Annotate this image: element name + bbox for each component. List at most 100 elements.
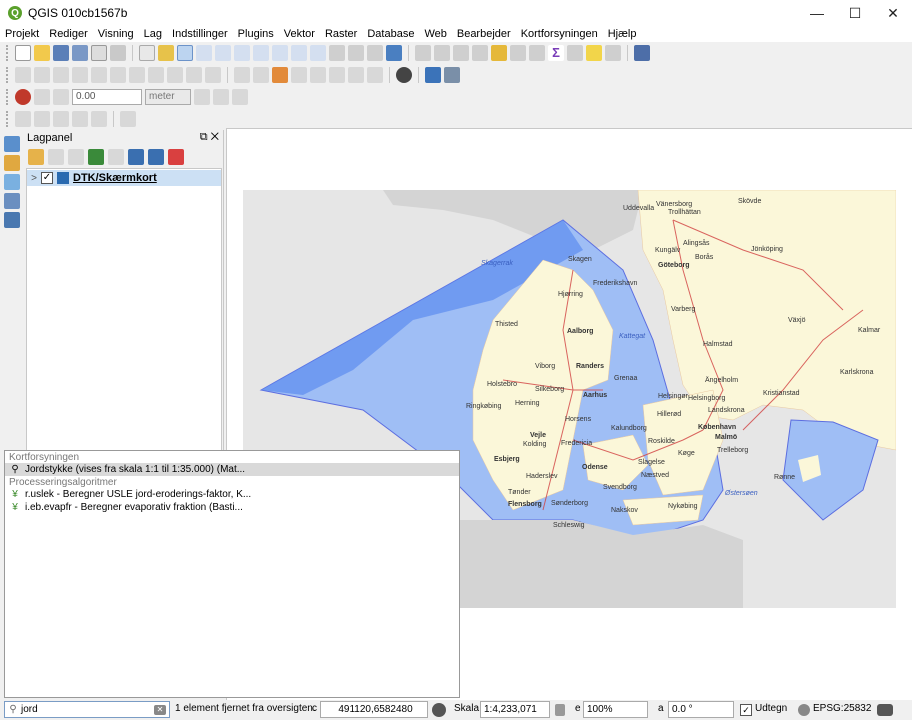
add-wms-icon[interactable] bbox=[4, 212, 20, 228]
run-feature-action-icon[interactable] bbox=[434, 45, 450, 61]
tracing-icon[interactable] bbox=[232, 89, 248, 105]
zoom-layer-icon[interactable] bbox=[272, 45, 288, 61]
zoom-next-icon[interactable] bbox=[310, 45, 326, 61]
new-map-view-icon[interactable] bbox=[329, 45, 345, 61]
python-console-icon[interactable] bbox=[425, 67, 441, 83]
zoom-last-icon[interactable] bbox=[291, 45, 307, 61]
toolbar-grip[interactable] bbox=[6, 111, 10, 127]
pan-to-selection-icon[interactable] bbox=[158, 45, 174, 61]
label-diagram-icon[interactable] bbox=[367, 67, 383, 83]
zoom-selection-icon[interactable] bbox=[253, 45, 269, 61]
style-manager-icon[interactable] bbox=[28, 149, 44, 165]
gps-icon[interactable] bbox=[396, 67, 412, 83]
crs-globe-icon[interactable] bbox=[798, 704, 810, 716]
snap-unit-select[interactable]: meter bbox=[145, 89, 191, 105]
layer-row[interactable]: > ✓ DTK/Skærmkort bbox=[27, 170, 221, 186]
expand-all-icon[interactable] bbox=[128, 149, 144, 165]
toolbar-grip[interactable] bbox=[6, 67, 10, 83]
toolbar-grip[interactable] bbox=[6, 45, 10, 61]
show-bookmarks-icon[interactable] bbox=[367, 45, 383, 61]
expand-arrow-icon[interactable]: > bbox=[27, 173, 41, 184]
menu-database[interactable]: Database bbox=[362, 28, 419, 40]
zoom-in-icon[interactable] bbox=[177, 45, 193, 61]
menu-kortforsyningen[interactable]: Kortforsyningen bbox=[516, 28, 603, 40]
messages-icon[interactable] bbox=[877, 704, 893, 716]
add-rectangle-icon[interactable] bbox=[72, 111, 88, 127]
minimize-button[interactable]: — bbox=[798, 0, 836, 26]
add-circular-string-icon[interactable] bbox=[15, 111, 31, 127]
copy-features-icon[interactable] bbox=[148, 67, 164, 83]
print-layout-icon[interactable] bbox=[91, 45, 107, 61]
cut-features-icon[interactable] bbox=[129, 67, 145, 83]
measure-icon[interactable] bbox=[567, 45, 583, 61]
layout-manager-icon[interactable] bbox=[110, 45, 126, 61]
zoom-out-icon[interactable] bbox=[196, 45, 212, 61]
data-source-manager-icon[interactable] bbox=[4, 136, 20, 152]
show-hide-labels-icon[interactable] bbox=[348, 67, 364, 83]
coordinate-field[interactable]: 491120,6582480 bbox=[320, 701, 428, 718]
add-raster-icon[interactable] bbox=[4, 155, 20, 171]
add-group-icon[interactable] bbox=[48, 149, 64, 165]
menu-rediger[interactable]: Rediger bbox=[44, 28, 93, 40]
add-circle-icon[interactable] bbox=[34, 111, 50, 127]
lock-scale-icon[interactable] bbox=[555, 704, 565, 716]
label-tool-icon[interactable] bbox=[234, 67, 250, 83]
refresh-icon[interactable] bbox=[386, 45, 402, 61]
menu-visning[interactable]: Visning bbox=[93, 28, 139, 40]
render-checkbox[interactable]: ✓ bbox=[740, 704, 752, 716]
add-feature-icon[interactable] bbox=[72, 67, 88, 83]
menu-projekt[interactable]: Projekt bbox=[0, 28, 44, 40]
locator-search-bar[interactable]: ⚲ jord ✕ bbox=[4, 701, 170, 718]
menu-web[interactable]: Web bbox=[419, 28, 451, 40]
zoom-full-icon[interactable] bbox=[234, 45, 250, 61]
delete-selected-icon[interactable] bbox=[110, 67, 126, 83]
pan-icon[interactable] bbox=[139, 45, 155, 61]
layer-visibility-checkbox[interactable]: ✓ bbox=[41, 172, 53, 184]
move-label-icon[interactable] bbox=[291, 67, 307, 83]
filter-expression-icon[interactable] bbox=[108, 149, 124, 165]
paste-features-icon[interactable] bbox=[167, 67, 183, 83]
menu-indstillinger[interactable]: Indstillinger bbox=[167, 28, 233, 40]
manage-map-themes-icon[interactable] bbox=[68, 149, 84, 165]
pin-labels-icon[interactable] bbox=[253, 67, 269, 83]
undo-icon[interactable] bbox=[186, 67, 202, 83]
identify-icon[interactable] bbox=[415, 45, 431, 61]
menu-raster[interactable]: Raster bbox=[320, 28, 362, 40]
locator-result-item[interactable]: ¥ r.uslek - Beregner USLE jord-erodering… bbox=[5, 488, 459, 501]
remove-layer-icon[interactable] bbox=[168, 149, 184, 165]
filter-legend-icon[interactable] bbox=[88, 149, 104, 165]
maximize-button[interactable]: ☐ bbox=[836, 0, 874, 26]
text-annotation-icon[interactable] bbox=[605, 45, 621, 61]
clear-search-icon[interactable]: ✕ bbox=[154, 704, 166, 715]
locator-search-input[interactable]: jord bbox=[21, 704, 154, 715]
collapse-all-icon[interactable] bbox=[148, 149, 164, 165]
zoom-native-icon[interactable] bbox=[215, 45, 231, 61]
add-vector-icon[interactable] bbox=[4, 174, 20, 190]
snap-intersection-icon[interactable] bbox=[213, 89, 229, 105]
new-project-icon[interactable] bbox=[15, 45, 31, 61]
map-tips-icon[interactable] bbox=[586, 45, 602, 61]
menu-vektor[interactable]: Vektor bbox=[279, 28, 320, 40]
menu-plugins[interactable]: Plugins bbox=[233, 28, 279, 40]
float-panel-icon[interactable]: ⧉ bbox=[200, 131, 208, 143]
close-button[interactable]: ✕ bbox=[874, 0, 912, 26]
snap-vertex-icon[interactable] bbox=[34, 89, 50, 105]
statistics-sum-icon[interactable]: Σ bbox=[548, 45, 564, 61]
magnet-icon[interactable] bbox=[15, 89, 31, 105]
add-delimited-text-icon[interactable] bbox=[4, 193, 20, 209]
measure-angle-icon[interactable] bbox=[120, 111, 136, 127]
save-as-icon[interactable] bbox=[72, 45, 88, 61]
snap-tolerance-field[interactable]: 0.00 bbox=[72, 89, 142, 105]
save-project-icon[interactable] bbox=[53, 45, 69, 61]
deselect-icon[interactable] bbox=[491, 45, 507, 61]
bookmark-icon[interactable] bbox=[348, 45, 364, 61]
scale-combobox[interactable]: 1:4,233,071 bbox=[480, 701, 550, 718]
vertex-tool-icon[interactable] bbox=[91, 67, 107, 83]
save-edits-icon[interactable] bbox=[53, 67, 69, 83]
locator-result-item[interactable]: ¥ i.eb.evapfr - Beregner evaporativ frak… bbox=[5, 501, 459, 514]
add-regular-polygon-icon[interactable] bbox=[91, 111, 107, 127]
toggle-extent-icon[interactable] bbox=[432, 703, 446, 717]
attribute-table-icon[interactable] bbox=[510, 45, 526, 61]
redo-icon[interactable] bbox=[205, 67, 221, 83]
open-project-icon[interactable] bbox=[34, 45, 50, 61]
